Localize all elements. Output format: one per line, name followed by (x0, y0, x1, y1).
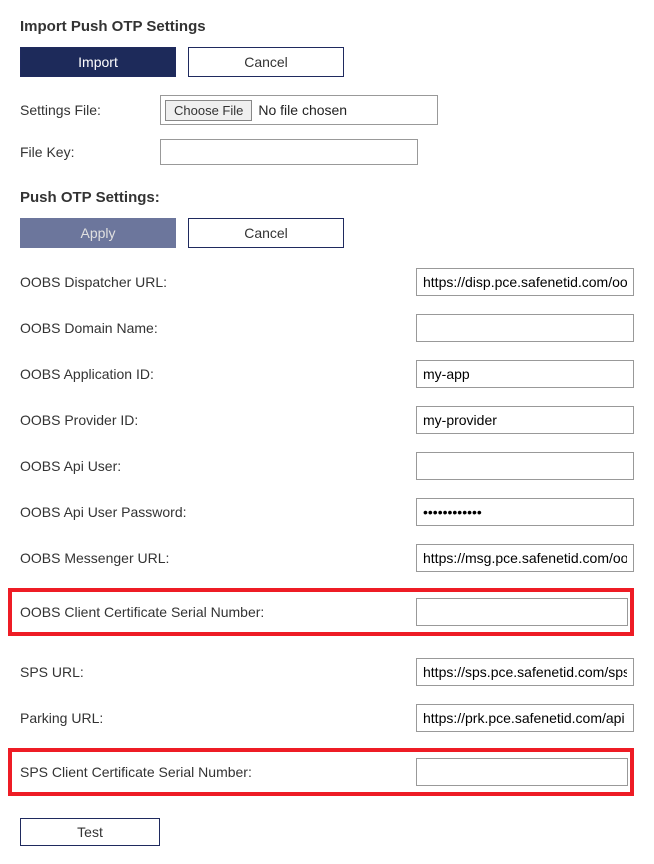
sps-url-input[interactable] (416, 658, 634, 686)
import-button-row: Import Cancel (20, 47, 634, 77)
oobs-cert-serial-row: OOBS Client Certificate Serial Number: (20, 596, 628, 628)
oobs-cert-serial-label: OOBS Client Certificate Serial Number: (20, 604, 416, 620)
oobs-cert-highlight: OOBS Client Certificate Serial Number: (8, 588, 634, 636)
sps-cert-highlight: SPS Client Certificate Serial Number: (8, 748, 634, 796)
api-user-label: OOBS Api User: (20, 458, 416, 474)
sps-url-row: SPS URL: (20, 656, 634, 688)
file-key-row: File Key: (20, 139, 634, 165)
dispatcher-url-row: OOBS Dispatcher URL: (20, 266, 634, 298)
settings-file-row: Settings File: Choose File No file chose… (20, 95, 634, 125)
api-user-password-row: OOBS Api User Password: (20, 496, 634, 528)
api-user-password-input[interactable] (416, 498, 634, 526)
file-key-label: File Key: (20, 144, 160, 160)
import-section-title: Import Push OTP Settings (20, 18, 634, 35)
file-chosen-status: No file chosen (258, 102, 347, 118)
application-id-label: OOBS Application ID: (20, 366, 416, 382)
api-user-password-label: OOBS Api User Password: (20, 504, 416, 520)
api-user-row: OOBS Api User: (20, 450, 634, 482)
apply-button[interactable]: Apply (20, 218, 176, 248)
import-cancel-button[interactable]: Cancel (188, 47, 344, 77)
sps-cert-serial-input[interactable] (416, 758, 628, 786)
application-id-input[interactable] (416, 360, 634, 388)
provider-id-label: OOBS Provider ID: (20, 412, 416, 428)
domain-name-input[interactable] (416, 314, 634, 342)
settings-file-label: Settings File: (20, 102, 160, 118)
settings-cancel-button[interactable]: Cancel (188, 218, 344, 248)
settings-button-row: Apply Cancel (20, 218, 634, 248)
parking-url-row: Parking URL: (20, 702, 634, 734)
application-id-row: OOBS Application ID: (20, 358, 634, 390)
settings-section-title: Push OTP Settings: (20, 189, 634, 206)
domain-name-row: OOBS Domain Name: (20, 312, 634, 344)
file-key-input[interactable] (160, 139, 418, 165)
choose-file-button[interactable]: Choose File (165, 100, 252, 121)
parking-url-label: Parking URL: (20, 710, 416, 726)
dispatcher-url-input[interactable] (416, 268, 634, 296)
messenger-url-row: OOBS Messenger URL: (20, 542, 634, 574)
test-button[interactable]: Test (20, 818, 160, 846)
import-button[interactable]: Import (20, 47, 176, 77)
provider-id-input[interactable] (416, 406, 634, 434)
dispatcher-url-label: OOBS Dispatcher URL: (20, 274, 416, 290)
oobs-cert-serial-input[interactable] (416, 598, 628, 626)
domain-name-label: OOBS Domain Name: (20, 320, 416, 336)
provider-id-row: OOBS Provider ID: (20, 404, 634, 436)
sps-cert-serial-row: SPS Client Certificate Serial Number: (20, 756, 628, 788)
api-user-input[interactable] (416, 452, 634, 480)
messenger-url-label: OOBS Messenger URL: (20, 550, 416, 566)
parking-url-input[interactable] (416, 704, 634, 732)
file-input[interactable]: Choose File No file chosen (160, 95, 438, 125)
sps-url-label: SPS URL: (20, 664, 416, 680)
messenger-url-input[interactable] (416, 544, 634, 572)
sps-cert-serial-label: SPS Client Certificate Serial Number: (20, 764, 416, 780)
